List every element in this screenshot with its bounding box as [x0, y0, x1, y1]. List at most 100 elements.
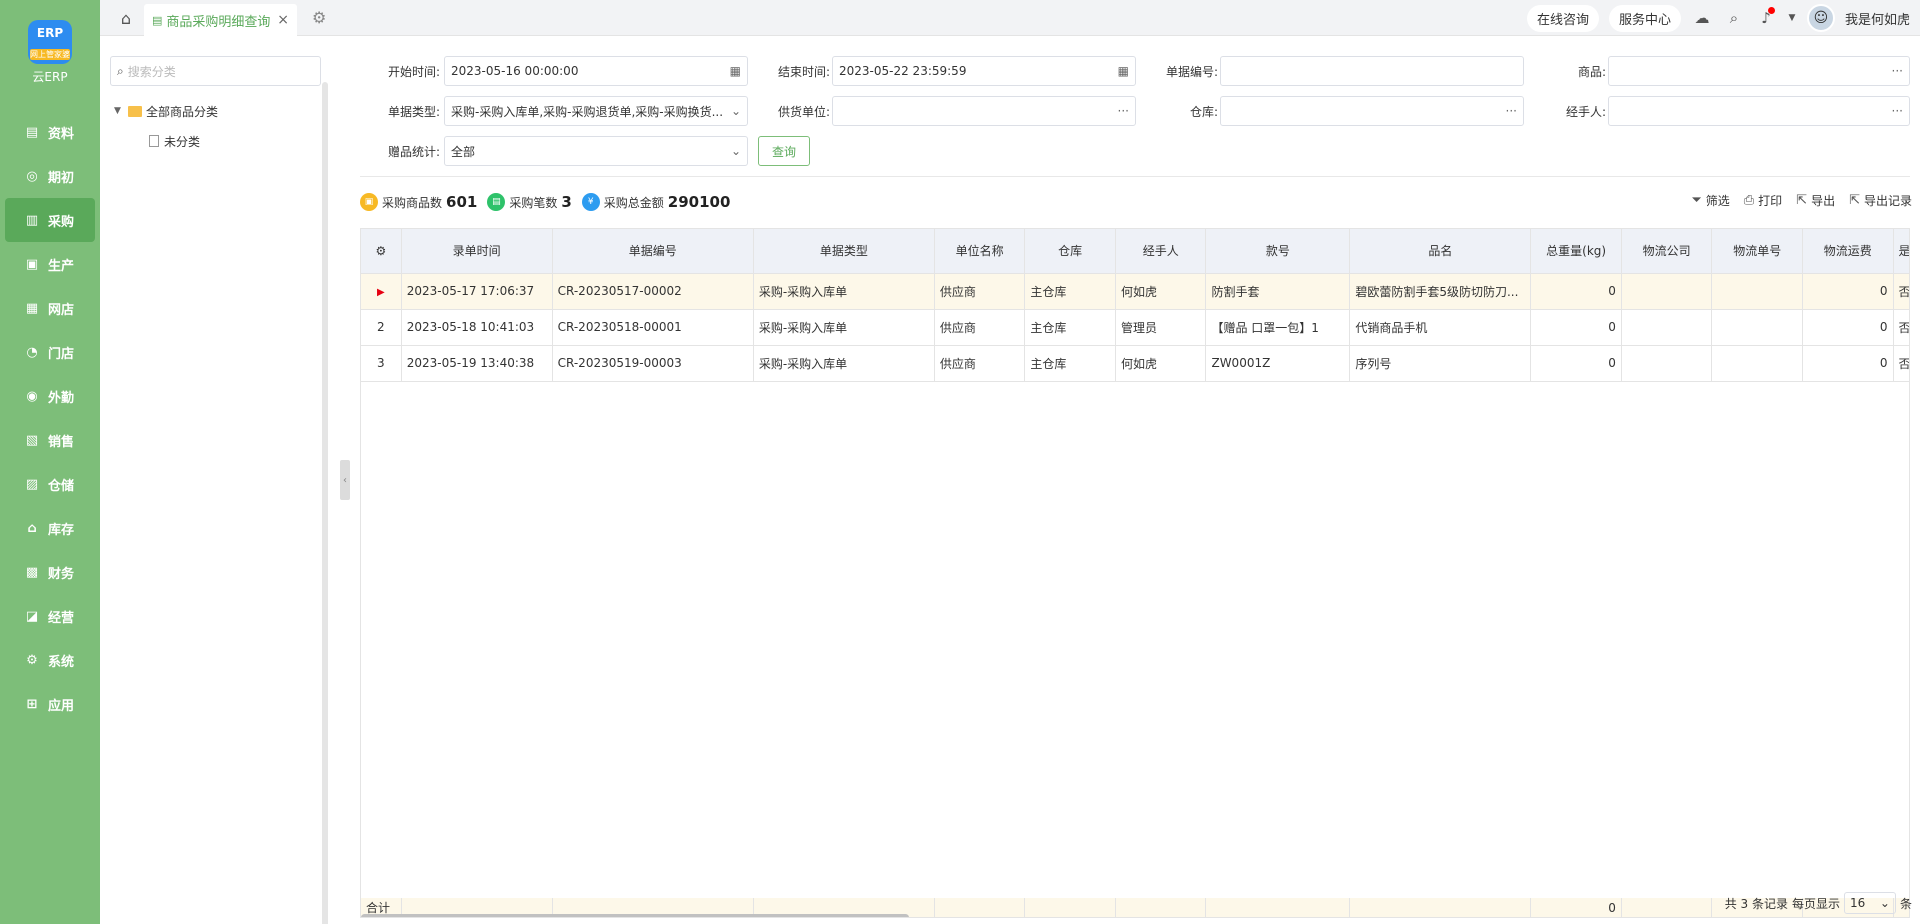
- main-sidebar: ERP 网上管家婆 云ERP ▤ 资料 ◎ 期初 ▥ 采购 ▣ 生产 ▦ 网店 ◔ 门店 ◉…: [0, 0, 100, 924]
- print-button[interactable]: ⎙ 打印: [1744, 192, 1782, 209]
- goods-label: 商品:: [1577, 65, 1606, 79]
- service-center-button[interactable]: 服务中心: [1608, 4, 1681, 32]
- nav-item-purchase[interactable]: ▥ 采购: [5, 198, 95, 242]
- column-header[interactable]: 物流运费: [1802, 229, 1894, 274]
- main-nav: ▤ 资料 ◎ 期初 ▥ 采购 ▣ 生产 ▦ 网店 ◔ 门店 ◉ 外勤 ▧ 销售 ▨ 仓储 ⌂ 库存 …: [0, 110, 100, 726]
- gear-icon[interactable]: ⚙: [312, 8, 326, 27]
- home-icon[interactable]: ⌂: [116, 8, 136, 28]
- column-header[interactable]: 仓库: [1024, 229, 1116, 274]
- start-time-field[interactable]: 2023-05-16 00:00:00 ▦: [444, 56, 748, 86]
- tab-purchase-detail[interactable]: ▤ 商品采购明细查询 ×: [144, 4, 297, 36]
- app-logo[interactable]: ERP 网上管家婆 云ERP: [0, 20, 100, 96]
- nav-item-production[interactable]: ▣ 生产: [0, 242, 100, 286]
- supplier-field[interactable]: ···: [832, 96, 1136, 126]
- goods-field[interactable]: ···: [1608, 56, 1910, 86]
- column-header[interactable]: 物流公司: [1621, 229, 1713, 274]
- bell-icon[interactable]: ♪: [1755, 7, 1777, 29]
- bill-no-field[interactable]: [1220, 56, 1524, 86]
- nav-item-field[interactable]: ◉ 外勤: [0, 374, 100, 418]
- end-time-label: 结束时间:: [777, 65, 830, 79]
- avatar[interactable]: ☺: [1806, 4, 1835, 32]
- category-tree: ▼ 全部商品分类 未分类: [114, 96, 218, 156]
- nav-item-data[interactable]: ▤ 资料: [0, 110, 100, 154]
- nav-item-business[interactable]: ◪ 经营: [0, 594, 100, 638]
- more-icon[interactable]: ···: [1506, 104, 1517, 118]
- gift-stat-select[interactable]: 全部 ⌄: [444, 136, 748, 166]
- caret-down-icon[interactable]: ▼: [114, 106, 128, 116]
- online-consult-button[interactable]: 在线咨询: [1526, 4, 1599, 32]
- cloud-download-icon[interactable]: ☁: [1691, 7, 1713, 29]
- tab-report-icon: ▤: [152, 13, 163, 27]
- more-icon[interactable]: ···: [1892, 104, 1903, 118]
- calendar-icon[interactable]: ▦: [1118, 64, 1129, 78]
- goods-icon: ▣: [360, 193, 378, 211]
- column-header[interactable]: 经手人: [1115, 229, 1207, 274]
- column-header[interactable]: 总重量(kg): [1530, 229, 1622, 274]
- category-scrollbar[interactable]: [322, 82, 328, 924]
- calendar-icon[interactable]: ▦: [730, 64, 741, 78]
- export-log-button[interactable]: ⇱ 导出记录: [1849, 192, 1912, 209]
- stat-total-amount: ¥ 采购总金额 290100: [581, 193, 730, 211]
- search-icon[interactable]: ⌕: [1723, 7, 1745, 29]
- chevron-down-icon: ⌄: [1879, 896, 1890, 910]
- folder-icon: [128, 105, 142, 117]
- more-icon[interactable]: ···: [1892, 64, 1903, 78]
- table-actions: ⏷ 筛选 ⎙ 打印 ⇱ 导出 ⇱ 导出记录: [1691, 192, 1912, 209]
- horizontal-scrollbar[interactable]: [361, 914, 909, 917]
- column-settings-gear-icon[interactable]: ⚙: [361, 229, 402, 274]
- per-page-select[interactable]: 16 ⌄: [1843, 892, 1896, 914]
- close-icon[interactable]: ×: [277, 12, 289, 28]
- bill-type-select[interactable]: 采购-采购入库单,采购-采购退货单,采购-采购换货... ⌄: [444, 96, 748, 126]
- nav-item-apps[interactable]: ⊞ 应用: [0, 682, 100, 726]
- supplier-label: 供货单位:: [777, 105, 830, 119]
- nav-item-storage[interactable]: ▨ 仓储: [0, 462, 100, 506]
- chevron-down-icon[interactable]: ▼: [1787, 7, 1797, 29]
- column-header[interactable]: 单据编号: [552, 229, 754, 274]
- nav-item-system[interactable]: ⚙ 系统: [0, 638, 100, 682]
- end-time-field[interactable]: 2023-05-22 23:59:59 ▦: [832, 56, 1136, 86]
- shop-icon: ▦: [25, 300, 39, 316]
- per-page-unit: 条: [1899, 896, 1912, 911]
- column-header[interactable]: 是否: [1893, 229, 1909, 274]
- row-selected-arrow-icon: ▶: [361, 273, 402, 310]
- export-log-icon: ⇱: [1849, 193, 1860, 208]
- nav-item-opening[interactable]: ◎ 期初: [0, 154, 100, 198]
- tree-node-uncategorized[interactable]: 未分类: [114, 126, 218, 156]
- divider: [360, 176, 1910, 177]
- table-row[interactable]: 2 2023-05-18 10:41:03 CR-20230518-00001 …: [361, 309, 1909, 346]
- handler-field[interactable]: ···: [1608, 96, 1910, 126]
- search-icon: ⌕: [117, 63, 124, 78]
- table-row[interactable]: ▶ 2023-05-17 17:06:37 CR-20230517-00002 …: [361, 273, 1909, 310]
- query-button[interactable]: 查询: [758, 136, 810, 166]
- nav-item-store[interactable]: ◔ 门店: [0, 330, 100, 374]
- money-icon: ¥: [581, 193, 600, 211]
- nav-item-sales[interactable]: ▧ 销售: [0, 418, 100, 462]
- bill-no-label: 单据编号:: [1165, 65, 1218, 79]
- field-icon: ◉: [26, 388, 38, 404]
- column-header[interactable]: 单据类型: [753, 229, 935, 274]
- username[interactable]: 我是何如虎: [1845, 9, 1910, 28]
- table-row[interactable]: 3 2023-05-19 13:40:38 CR-20230519-00003 …: [361, 345, 1909, 382]
- stat-goods-count: ▣ 采购商品数 601: [360, 193, 477, 211]
- column-header[interactable]: 单位名称: [934, 229, 1026, 274]
- collapse-panel-handle[interactable]: ‹: [340, 460, 350, 500]
- column-header[interactable]: 录单时间: [401, 229, 553, 274]
- finance-icon: ▩: [25, 564, 39, 580]
- per-page-label: 每页显示: [1791, 896, 1840, 911]
- tree-node-root[interactable]: ▼ 全部商品分类: [114, 96, 218, 126]
- nav-item-finance[interactable]: ▩ 财务: [0, 550, 100, 594]
- column-header[interactable]: 款号: [1205, 229, 1351, 274]
- export-button[interactable]: ⇱ 导出: [1796, 192, 1835, 209]
- business-icon: ◪: [25, 608, 39, 624]
- more-icon[interactable]: ···: [1118, 104, 1129, 118]
- filter-icon: ⏷: [1691, 193, 1702, 208]
- category-panel: ⌕ 搜索分类 ▼ 全部商品分类 未分类: [100, 36, 330, 924]
- nav-item-inventory[interactable]: ⌂ 库存: [0, 506, 100, 550]
- category-search-input[interactable]: ⌕ 搜索分类: [110, 56, 321, 86]
- column-header[interactable]: 品名: [1349, 229, 1532, 274]
- top-right-tools: 在线咨询 服务中心 ☁ ⌕ ♪ ▼ ☺ 我是何如虎: [1526, 4, 1910, 32]
- warehouse-field[interactable]: ···: [1220, 96, 1524, 126]
- filter-button[interactable]: ⏷ 筛选: [1691, 192, 1729, 209]
- nav-item-eshop[interactable]: ▦ 网店: [0, 286, 100, 330]
- column-header[interactable]: 物流单号: [1711, 229, 1803, 274]
